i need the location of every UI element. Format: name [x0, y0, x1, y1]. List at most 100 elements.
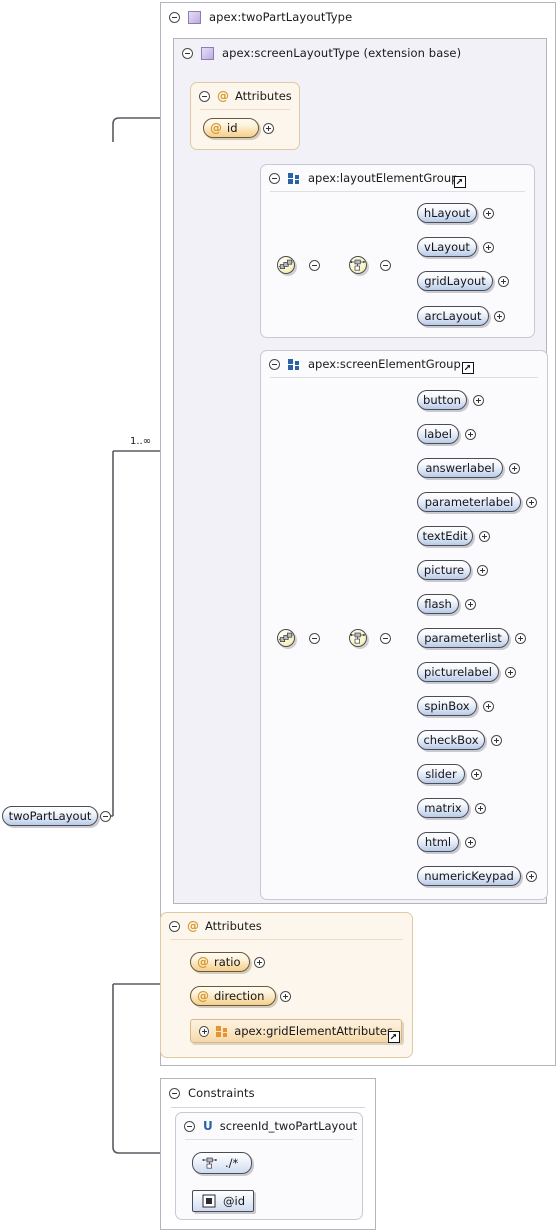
- element-label: textEdit: [422, 529, 468, 543]
- element-matrix-expand[interactable]: [475, 803, 486, 814]
- element-numerickeypad-expand[interactable]: [526, 871, 537, 882]
- element-button-expand[interactable]: [473, 395, 484, 406]
- constraints-divider: [171, 1107, 365, 1108]
- screen-element-group-collapse-toggle[interactable]: [269, 358, 280, 370]
- element-html[interactable]: html: [417, 832, 459, 852]
- layout-element-group-divider: [270, 191, 525, 192]
- element-slider-expand[interactable]: [471, 769, 482, 780]
- element-parameterlist-expand[interactable]: [515, 633, 526, 644]
- element-label: vLayout: [424, 240, 470, 254]
- screengroup-choice-toggle[interactable]: [309, 633, 320, 644]
- element-parameterlabel-expand[interactable]: [526, 497, 537, 508]
- screen-element-group-header: apex:screenElementGroup: [261, 351, 547, 377]
- attribute-ratio[interactable]: @ ratio: [190, 952, 250, 972]
- layoutgroup-sequence-toggle[interactable]: [380, 260, 391, 271]
- element-hlayout-expand[interactable]: [483, 208, 494, 219]
- extension-base-collapse-toggle[interactable]: [182, 47, 193, 59]
- element-label-el[interactable]: label: [417, 424, 459, 444]
- attribute-direction-expand[interactable]: [280, 991, 291, 1002]
- at-icon: @: [197, 955, 209, 969]
- element-label: answerlabel: [425, 461, 495, 475]
- element-textedit[interactable]: textEdit: [417, 526, 473, 546]
- element-parameterlabel[interactable]: parameterlabel: [417, 492, 521, 512]
- root-collapse-toggle[interactable]: [100, 811, 111, 822]
- attribute-id-expand[interactable]: [263, 123, 274, 134]
- element-arclayout[interactable]: arcLayout: [417, 306, 489, 326]
- choice-icon-layoutgroup[interactable]: [277, 256, 295, 274]
- attribute-direction[interactable]: @ direction: [190, 986, 276, 1006]
- external-link-icon[interactable]: [454, 176, 466, 188]
- element-vlayout-expand[interactable]: [483, 242, 494, 253]
- field-icon: [202, 1194, 216, 1208]
- sequence-icon-layoutgroup[interactable]: [349, 256, 367, 274]
- attribute-id-label: id: [227, 121, 238, 135]
- extension-base-type-icon: [201, 46, 214, 60]
- screengroup-sequence-toggle[interactable]: [380, 633, 391, 644]
- element-gridlayout[interactable]: gridLayout: [417, 271, 493, 291]
- element-checkbox-expand[interactable]: [491, 735, 502, 746]
- choice-icon-screengroup[interactable]: [277, 629, 295, 647]
- complextype-header: apex:twoPartLayoutType: [161, 3, 555, 31]
- layoutgroup-choice-toggle[interactable]: [309, 260, 320, 271]
- complextype-label: apex:twoPartLayoutType: [209, 10, 353, 24]
- constraints-label: Constraints: [188, 1086, 255, 1100]
- constraint-field[interactable]: @id: [192, 1190, 254, 1212]
- element-label: checkBox: [423, 733, 479, 747]
- at-icon: @: [210, 121, 222, 135]
- base-attributes-box: @ Attributes: [190, 82, 300, 150]
- constraint-selector-label: ./*: [225, 1156, 239, 1170]
- root-occurrence: 1..∞: [130, 436, 152, 447]
- element-flash[interactable]: flash: [417, 594, 459, 614]
- element-numerickeypad[interactable]: numericKeypad: [417, 866, 521, 886]
- element-gridlayout-expand[interactable]: [498, 276, 509, 287]
- element-matrix[interactable]: matrix: [417, 798, 469, 818]
- layout-element-group-collapse-toggle[interactable]: [269, 172, 280, 184]
- attribute-ratio-label: ratio: [214, 955, 241, 969]
- element-slider[interactable]: slider: [417, 764, 465, 784]
- base-attributes-collapse-toggle[interactable]: [199, 90, 210, 102]
- layout-element-group-box: apex:layoutElementGroup: [260, 164, 535, 338]
- element-arclayout-expand[interactable]: [494, 311, 505, 322]
- element-picture-expand[interactable]: [477, 565, 488, 576]
- own-attributes-label: Attributes: [205, 919, 262, 933]
- attribute-group-reference[interactable]: apex:gridElementAttributes: [190, 1019, 402, 1043]
- layout-element-group-label: apex:layoutElementGroup: [308, 171, 459, 185]
- selector-icon: [202, 1155, 218, 1171]
- element-label: numericKeypad: [424, 869, 514, 883]
- element-answerlabel[interactable]: answerlabel: [417, 458, 503, 478]
- complextype-collapse-toggle[interactable]: [169, 11, 180, 23]
- external-link-icon[interactable]: [388, 1031, 400, 1043]
- element-flash-expand[interactable]: [465, 599, 476, 610]
- element-vlayout[interactable]: vLayout: [417, 237, 477, 257]
- element-spinbox-expand[interactable]: [483, 701, 494, 712]
- unique-constraint-divider: [185, 1139, 353, 1140]
- extension-base-header: apex:screenLayoutType (extension base): [174, 39, 546, 67]
- unique-constraint-collapse-toggle[interactable]: [184, 1120, 195, 1132]
- element-answerlabel-expand[interactable]: [509, 463, 520, 474]
- element-textedit-expand[interactable]: [479, 531, 490, 542]
- own-attributes-collapse-toggle[interactable]: [169, 920, 180, 932]
- attribute-id[interactable]: @ id: [203, 118, 259, 138]
- constraint-selector[interactable]: ./*: [192, 1152, 252, 1174]
- element-parameterlist[interactable]: parameterlist: [417, 628, 509, 648]
- constraints-collapse-toggle[interactable]: [169, 1087, 180, 1099]
- root-element-twopartlayout[interactable]: twoPartLayout: [2, 806, 98, 826]
- attribute-group-icon: [216, 1025, 228, 1037]
- unique-marker-icon: U: [203, 1119, 213, 1133]
- element-label: parameterlabel: [424, 495, 514, 509]
- element-spinbox[interactable]: spinBox: [417, 696, 477, 716]
- external-link-icon[interactable]: [462, 362, 474, 374]
- element-picturelabel-expand[interactable]: [505, 667, 516, 678]
- extension-base-label: apex:screenLayoutType (extension base): [222, 46, 462, 60]
- element-hlayout[interactable]: hLayout: [417, 203, 477, 223]
- element-label-expand[interactable]: [465, 429, 476, 440]
- sequence-icon-screengroup[interactable]: [349, 629, 367, 647]
- group-icon: [288, 172, 300, 184]
- attribute-ratio-expand[interactable]: [254, 957, 265, 968]
- attribute-group-expand[interactable]: [199, 1025, 210, 1037]
- element-button[interactable]: button: [417, 390, 467, 410]
- element-picturelabel[interactable]: picturelabel: [417, 662, 499, 682]
- element-html-expand[interactable]: [465, 837, 476, 848]
- element-checkbox[interactable]: checkBox: [417, 730, 485, 750]
- element-picture[interactable]: picture: [417, 560, 471, 580]
